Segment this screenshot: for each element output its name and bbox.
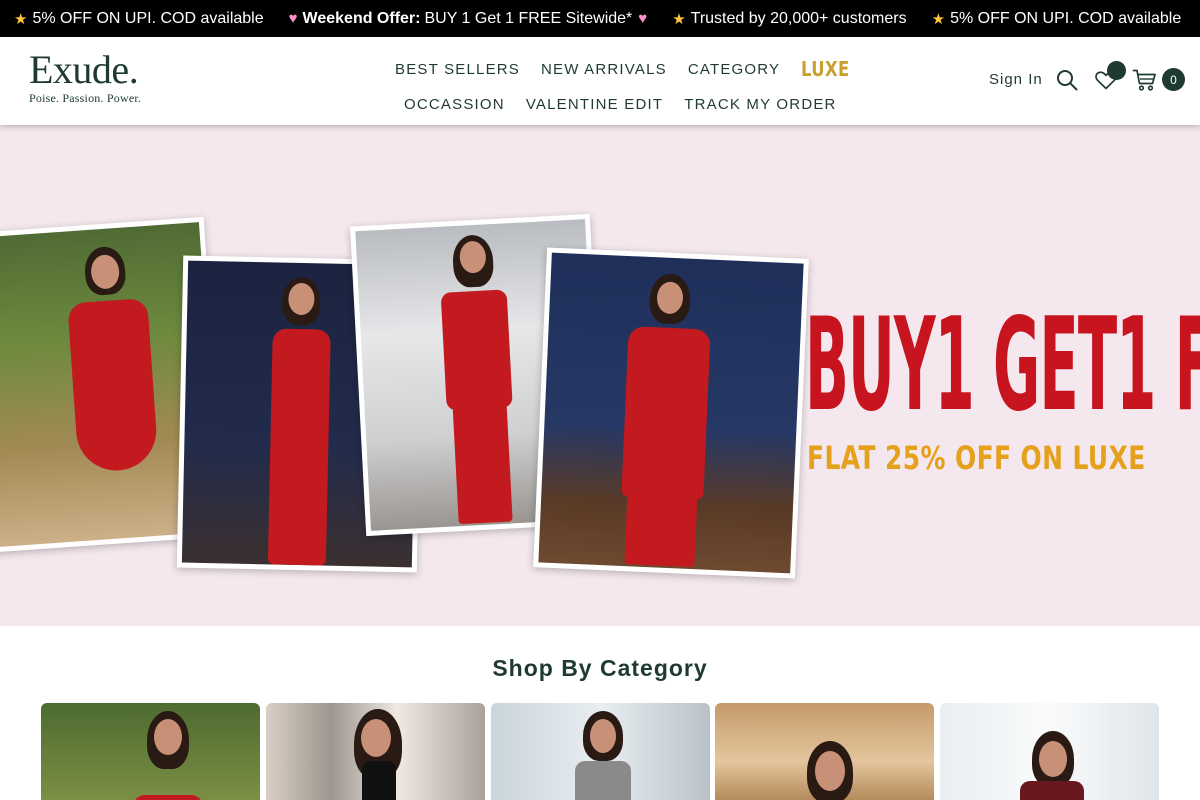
logo-wordmark: Exude. (29, 47, 139, 92)
category-card[interactable] (266, 703, 485, 800)
category-card[interactable] (41, 703, 260, 800)
hero-banner[interactable]: BUY1 GET1 FREE FLAT 25% OFF ON LUXE (0, 125, 1200, 626)
announcement-item: ★ 5% OFF ON UPI. COD available (14, 10, 264, 28)
sign-in-link[interactable]: Sign In (989, 71, 1043, 88)
heart-icon: ♥ (638, 10, 648, 27)
star-icon: ★ (931, 10, 946, 28)
heart-icon: ♥ (288, 10, 298, 27)
star-icon: ★ (14, 10, 28, 28)
logo-tagline: Poise. Passion. Power. (29, 91, 142, 105)
announcement-item: ★ 5% OFF ON UPI. COD available (932, 10, 1182, 28)
announcement-bold: Weekend Offer: (302, 9, 421, 27)
category-card[interactable] (491, 703, 710, 800)
nav-category[interactable]: CATEGORY (688, 61, 780, 78)
section-title: Shop By Category (492, 655, 708, 681)
nav-occassion[interactable]: OCCASSION (404, 96, 505, 113)
banner-photo-red-coat-set (533, 247, 809, 579)
category-card[interactable] (715, 703, 934, 800)
announcement-text: Trusted by 20,000+ customers (690, 9, 907, 27)
announcement-text: 5% OFF ON UPI. COD available (32, 9, 264, 27)
logo[interactable]: Exude. Poise. Passion. Power. (29, 49, 149, 109)
site-header: Exude. Poise. Passion. Power. BEST SELLE… (0, 37, 1200, 125)
star-icon: ★ (672, 10, 686, 28)
main-nav-row-1: BEST SELLERS NEW ARRIVALS CATEGORY LUXE (395, 57, 882, 81)
banner-subline: FLAT 25% OFF ON LUXE (807, 439, 1146, 477)
wishlist-count-badge (1107, 61, 1126, 80)
cart-icon[interactable] (1132, 68, 1157, 92)
banner-headline: BUY1 GET1 FREE (805, 291, 1200, 440)
main-nav-row-2: OCCASSION VALENTINE EDIT TRACK MY ORDER (404, 93, 858, 115)
category-card[interactable] (940, 703, 1159, 800)
announcement-item: ★ Trusted by 20,000+ customers (672, 10, 906, 28)
announcement-text: 5% OFF ON UPI. COD available (950, 9, 1182, 27)
announcement-item: ♥ Weekend Offer: BUY 1 Get 1 FREE Sitewi… (289, 10, 648, 28)
search-icon[interactable] (1056, 69, 1078, 91)
nav-best-sellers[interactable]: BEST SELLERS (395, 61, 520, 78)
announcement-bar: ★ 5% OFF ON UPI. COD available ♥ Weekend… (0, 0, 1200, 37)
nav-track-my-order[interactable]: TRACK MY ORDER (684, 96, 836, 113)
nav-new-arrivals[interactable]: NEW ARRIVALS (541, 61, 667, 78)
announcement-text: BUY 1 Get 1 FREE Sitewide* (424, 9, 633, 27)
nav-luxe[interactable]: LUXE (801, 57, 850, 81)
nav-valentine-edit[interactable]: VALENTINE EDIT (526, 96, 663, 113)
cart-count-badge: 0 (1162, 68, 1185, 91)
